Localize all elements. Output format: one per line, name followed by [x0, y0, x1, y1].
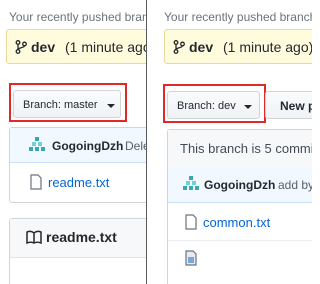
recently-pushed-text: Your recently pushed branches: — [9, 10, 146, 24]
readme-box: readme.txt — [9, 218, 146, 284]
new-pull-request-button[interactable]: New pull request — [265, 91, 312, 119]
latest-commit-row: GogoingDzh add by dev — [168, 168, 312, 203]
flash-time: (1 minute ago) — [223, 39, 312, 55]
commit-author[interactable]: GogoingDzh — [52, 139, 123, 153]
commit-message[interactable]: add by dev — [278, 178, 312, 192]
new-pull-request-label: New pull request — [280, 99, 312, 113]
branch-icon — [173, 40, 185, 54]
branch-status-bar: This branch is 5 commits ahead of master… — [168, 130, 312, 169]
branch-icon — [15, 40, 27, 54]
flash-time: (1 minute ago) — [65, 39, 146, 55]
avatar[interactable] — [28, 136, 46, 154]
file-icon — [185, 250, 197, 266]
row-divider — [168, 240, 312, 241]
flash-branch-name[interactable]: dev — [31, 39, 55, 55]
left-panel: Your recently pushed branches: dev (1 mi… — [0, 0, 146, 284]
commit-author[interactable]: GogoingDzh — [204, 178, 275, 192]
book-icon — [26, 230, 42, 244]
file-list: GogoingDzh Delete common.txt readme.txt — [9, 127, 146, 203]
flash-branch-name[interactable]: dev — [189, 39, 213, 55]
file-icon — [30, 174, 42, 190]
avatar[interactable] — [182, 175, 200, 193]
ahead-status-text: This branch is 5 commits ahead of master… — [180, 141, 312, 156]
readme-header: readme.txt — [10, 219, 146, 258]
recently-pushed-text: Your recently pushed branches: — [164, 10, 312, 24]
branch-highlight-box — [9, 83, 127, 122]
right-panel: Your recently pushed branches: dev (1 mi… — [151, 0, 312, 284]
commit-message[interactable]: Delete common.txt — [125, 139, 146, 153]
readme-title: readme.txt — [46, 229, 117, 245]
recently-pushed-flash: dev (1 minute ago) — [6, 29, 146, 64]
latest-commit-row: GogoingDzh Delete common.txt — [10, 128, 146, 163]
file-list: This branch is 5 commits ahead of master… — [167, 129, 312, 284]
branch-highlight-box — [163, 84, 266, 123]
file-icon — [185, 214, 197, 230]
recently-pushed-flash: dev (1 minute ago) — [164, 29, 312, 64]
file-link[interactable]: common.txt — [203, 215, 270, 230]
file-link[interactable]: readme.txt — [48, 175, 109, 190]
